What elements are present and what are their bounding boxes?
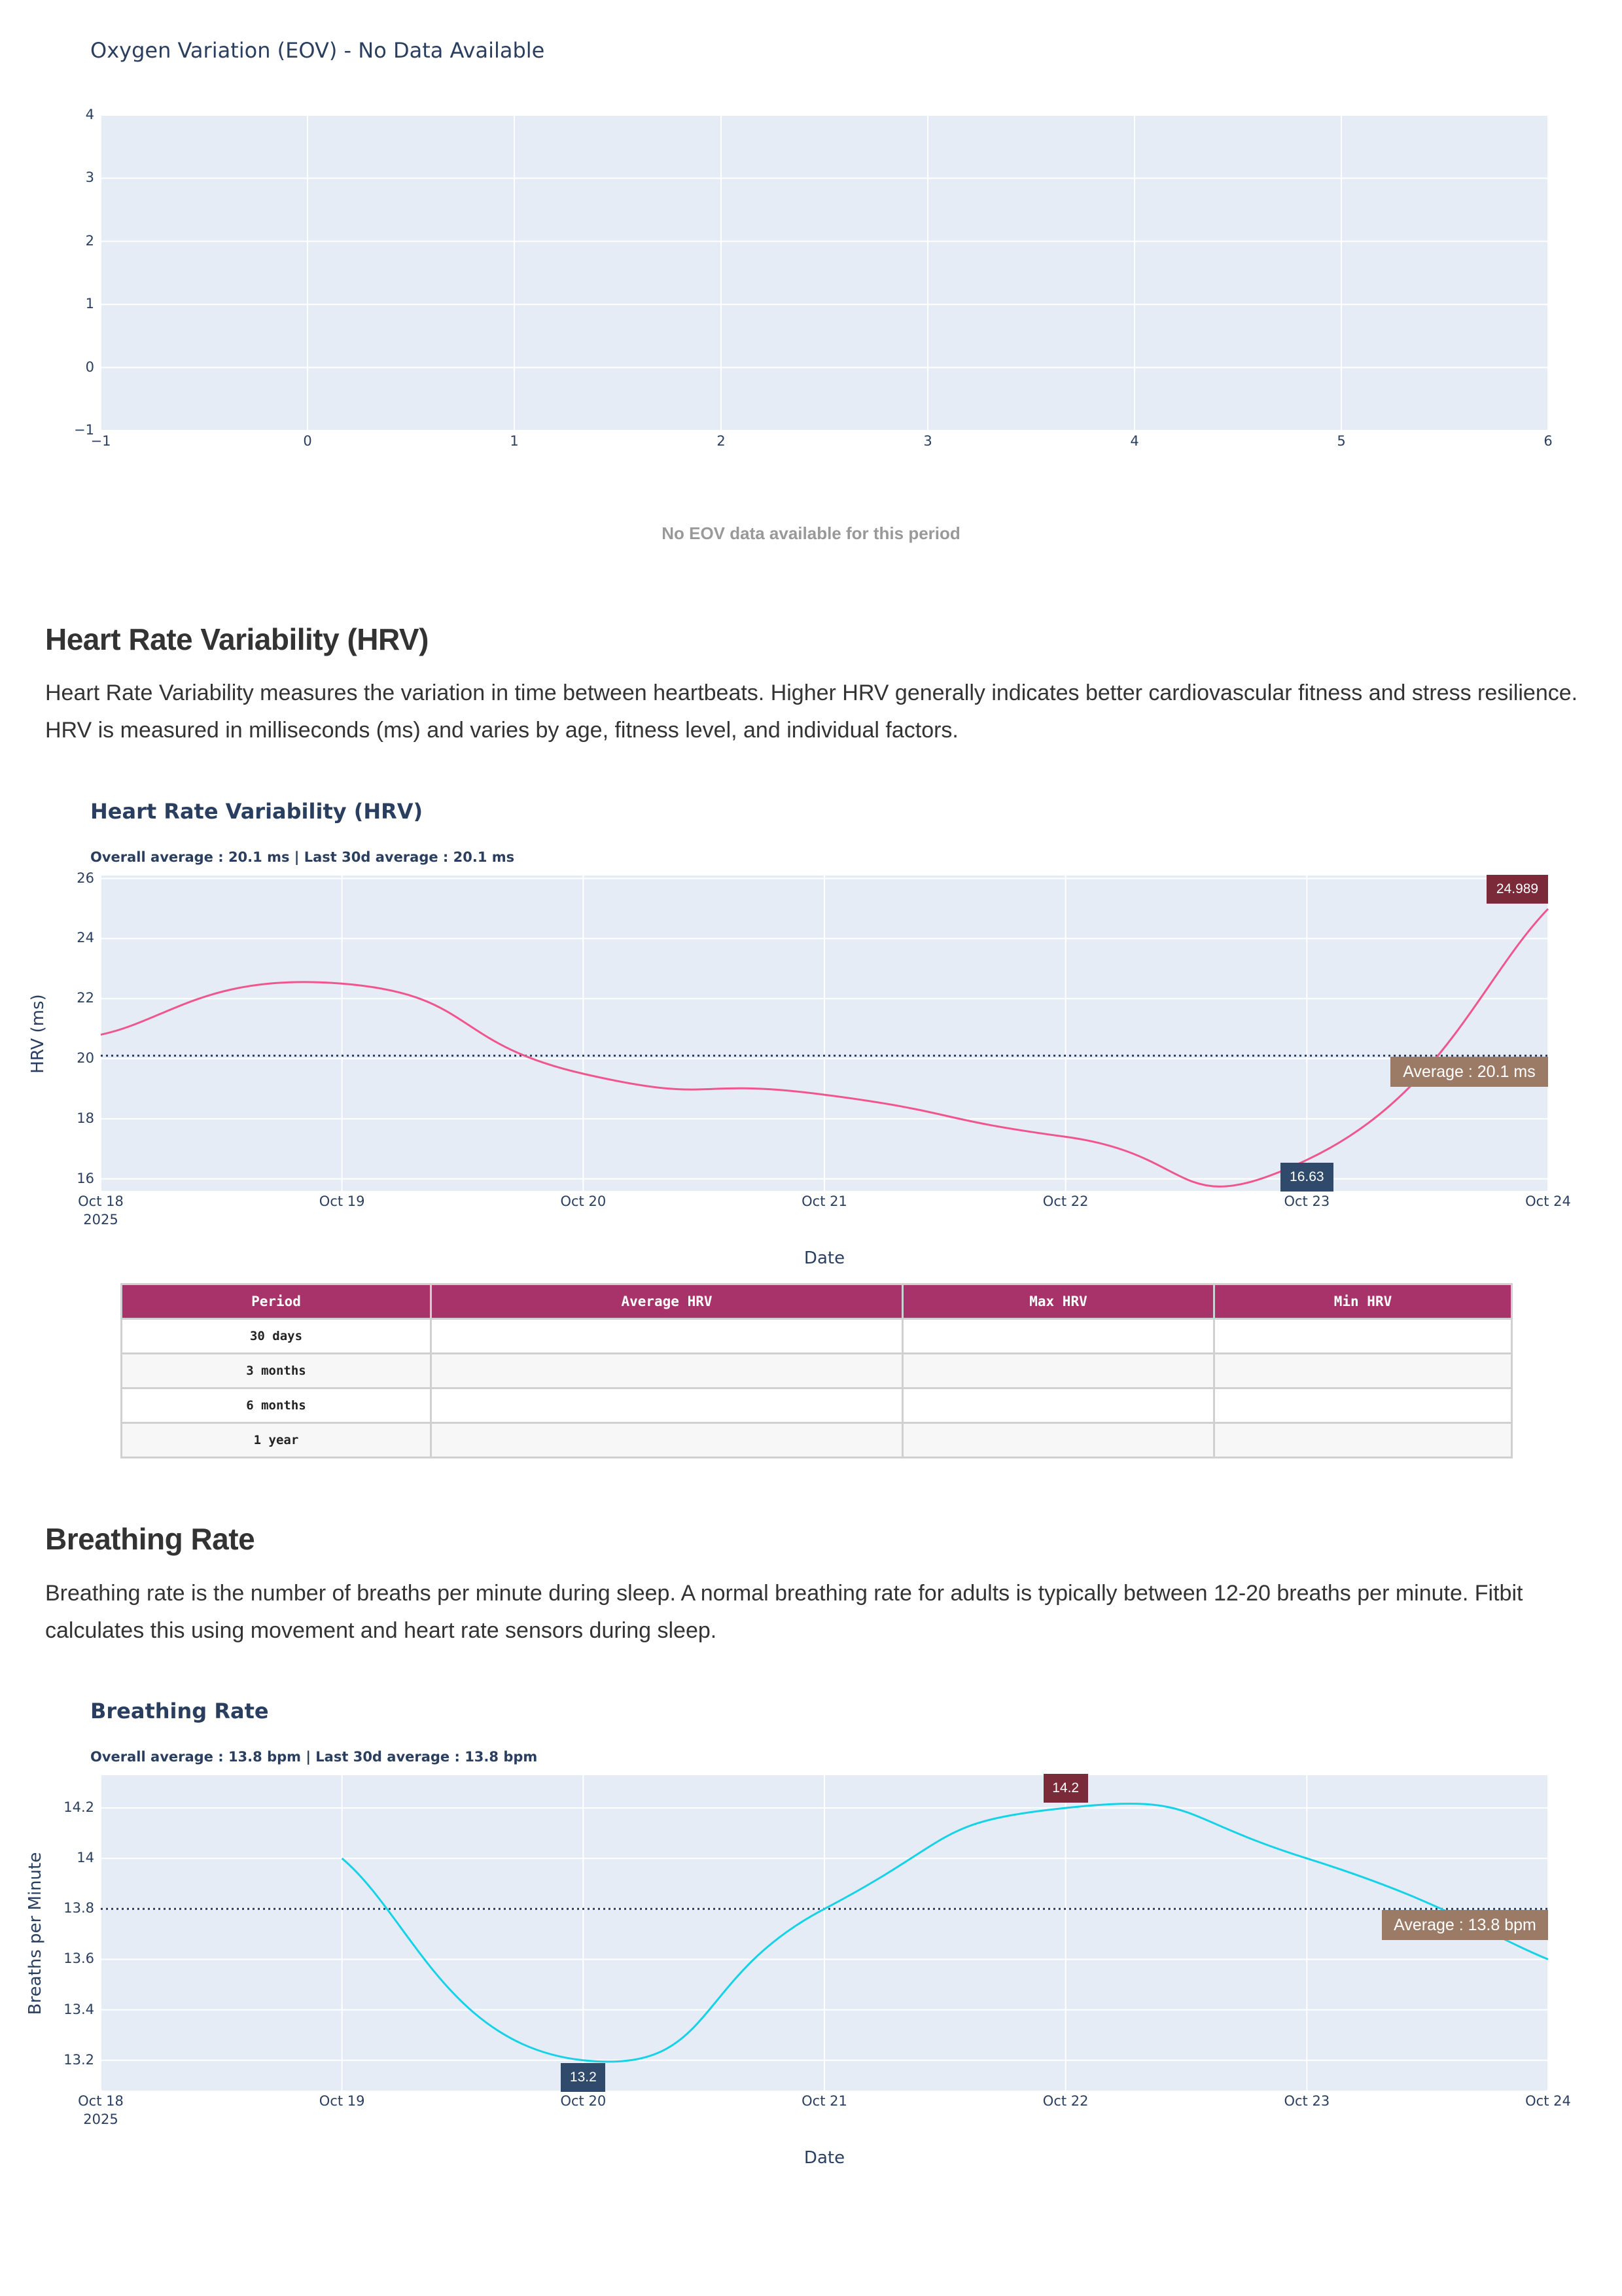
br-chart (100, 1775, 1549, 2091)
eov-x-tick-label: 6 (1543, 433, 1553, 449)
br_chart-x-tick-label: Oct 20 (560, 2093, 607, 2109)
br_chart-x-tick-label: Oct 21 (802, 2093, 847, 2109)
eov-chart-title: Oxygen Variation (EOV) - No Data Availab… (90, 38, 545, 63)
br_chart-y-tick-label: 14 (77, 1850, 94, 1866)
table-cell (430, 1387, 904, 1424)
hrv-y-axis-title: HRV (ms) (28, 994, 48, 1074)
br_chart-y-tick-label: 13.4 (63, 2001, 94, 2017)
hrv-section-heading: Heart Rate Variability (HRV) (45, 622, 429, 656)
eov-x-tick-label: 5 (1337, 433, 1346, 449)
table-row: 6 months (120, 1387, 1513, 1424)
hrv_chart-average-label: Average : 20.1 ms (1390, 1057, 1548, 1087)
table-cell (1213, 1387, 1513, 1424)
eov-x-tick-label: 2 (716, 433, 726, 449)
br-chart-title: Breathing Rate (90, 1699, 269, 1723)
hrv-chart-subtitle: Overall average : 20.1 ms | Last 30d ave… (90, 849, 515, 865)
br_chart-y-tick-label: 13.2 (63, 2051, 94, 2068)
hrv_chart-x-tick-label: Oct 21 (802, 1193, 847, 1209)
br_chart-series-line (341, 1803, 1549, 2063)
eov-y-tick-label: 0 (85, 359, 94, 375)
hrv-section-description: Heart Rate Variability measures the vari… (45, 680, 1578, 743)
hrv_chart-y-tick-label: 20 (77, 1050, 94, 1067)
hrv-chart-title: Heart Rate Variability (HRV) (90, 799, 423, 824)
table-cell (902, 1422, 1215, 1458)
table-header-period: Period (120, 1283, 432, 1320)
br_chart-y-tick-label: 13.8 (63, 1900, 94, 1916)
eov-x-tick-label: 4 (1130, 433, 1139, 449)
hrv-chart (100, 875, 1549, 1191)
table-cell-period: 30 days (120, 1318, 432, 1354)
hrv-table-header-row: Period Average HRV Max HRV Min HRV (120, 1283, 1513, 1320)
table-row: 1 year (120, 1422, 1513, 1458)
eov-y-tick-label: 1 (85, 296, 94, 312)
hrv_chart-x-tick-year: 2025 (83, 1212, 118, 1227)
table-cell (1213, 1422, 1513, 1458)
eov-x-tick-label: 1 (510, 433, 519, 449)
br_chart-x-tick-label: Oct 22 (1042, 2093, 1089, 2109)
hrv_chart-y-tick-label: 16 (77, 1170, 94, 1186)
br-chart-subtitle: Overall average : 13.8 bpm | Last 30d av… (90, 1749, 538, 1765)
hrv-stats-table: Period Average HRV Max HRV Min HRV 30 da… (120, 1283, 1513, 1458)
table-header-min-hrv: Min HRV (1213, 1283, 1513, 1320)
eov-y-tick-label: 3 (85, 169, 94, 186)
hrv_chart-y-tick-label: 26 (77, 870, 94, 886)
br-section-heading: Breathing Rate (45, 1522, 255, 1556)
table-cell (430, 1422, 904, 1458)
table-header-max-hrv: Max HRV (902, 1283, 1215, 1320)
br-x-axis-title: Date (803, 2148, 845, 2168)
eov-gridlines (100, 115, 1549, 431)
table-cell (902, 1387, 1215, 1424)
br_chart-x-tick-label: Oct 23 (1284, 2093, 1330, 2109)
br-section-description: Breathing rate is the number of breaths … (45, 1581, 1523, 1643)
hrv_chart-x-tick-label: Oct 18 (78, 1193, 124, 1209)
eov-x-tick-label: 0 (303, 433, 312, 449)
br_chart-x-tick-year: 2025 (83, 2111, 118, 2127)
br_chart-min-label: 13.2 (561, 2062, 606, 2092)
hrv_chart-x-tick-label: Oct 24 (1525, 1193, 1571, 1209)
br_chart-average-label: Average : 13.8 bpm (1382, 1910, 1548, 1941)
eov-x-tick-label: 3 (923, 433, 932, 449)
hrv_chart-x-tick-label: Oct 19 (319, 1193, 365, 1209)
hrv_chart-x-tick-label: Oct 20 (560, 1193, 607, 1209)
br_chart-max-label: 14.2 (1043, 1774, 1088, 1803)
hrv-x-axis-title: Date (803, 1248, 845, 1268)
table-row: 30 days (120, 1318, 1513, 1354)
br_chart-x-tick-label: Oct 19 (319, 2093, 365, 2109)
hrv_chart-x-tick-label: Oct 22 (1042, 1193, 1089, 1209)
eov-no-data-message: No EOV data available for this period (661, 523, 961, 543)
hrv_chart-max-label: 24.989 (1487, 875, 1548, 904)
table-cell-period: 1 year (120, 1422, 432, 1458)
hrv_chart-y-tick-label: 22 (77, 990, 94, 1006)
table-cell (902, 1352, 1215, 1389)
br_chart-x-tick-label: Oct 24 (1525, 2093, 1571, 2109)
table-row: 3 months (120, 1352, 1513, 1389)
table-header-average-hrv: Average HRV (430, 1283, 904, 1320)
eov-x-tick-label: −1 (90, 433, 111, 449)
eov-y-tick-label: 2 (85, 232, 94, 249)
table-cell (1213, 1352, 1513, 1389)
br-y-axis-title: Breaths per Minute (26, 1852, 45, 2015)
hrv_chart-y-tick-label: 18 (77, 1110, 94, 1126)
table-cell-period: 3 months (120, 1352, 432, 1389)
table-cell (902, 1318, 1215, 1354)
report-page: Oxygen Variation (EOV) - No Data Availab… (0, 0, 1622, 2296)
br_chart-y-tick-label: 13.6 (63, 1951, 94, 1967)
hrv_chart-y-tick-label: 24 (77, 930, 94, 946)
br_chart-x-tick-label: Oct 18 (78, 2093, 124, 2109)
hrv_chart-x-tick-label: Oct 23 (1284, 1193, 1330, 1209)
table-cell (430, 1318, 904, 1354)
table-cell (1213, 1318, 1513, 1354)
table-cell (430, 1352, 904, 1389)
br_chart-y-tick-label: 14.2 (63, 1799, 94, 1816)
eov-y-tick-label: 4 (85, 107, 94, 122)
hrv_chart-min-label: 16.63 (1280, 1162, 1333, 1192)
table-cell-period: 6 months (120, 1387, 432, 1424)
